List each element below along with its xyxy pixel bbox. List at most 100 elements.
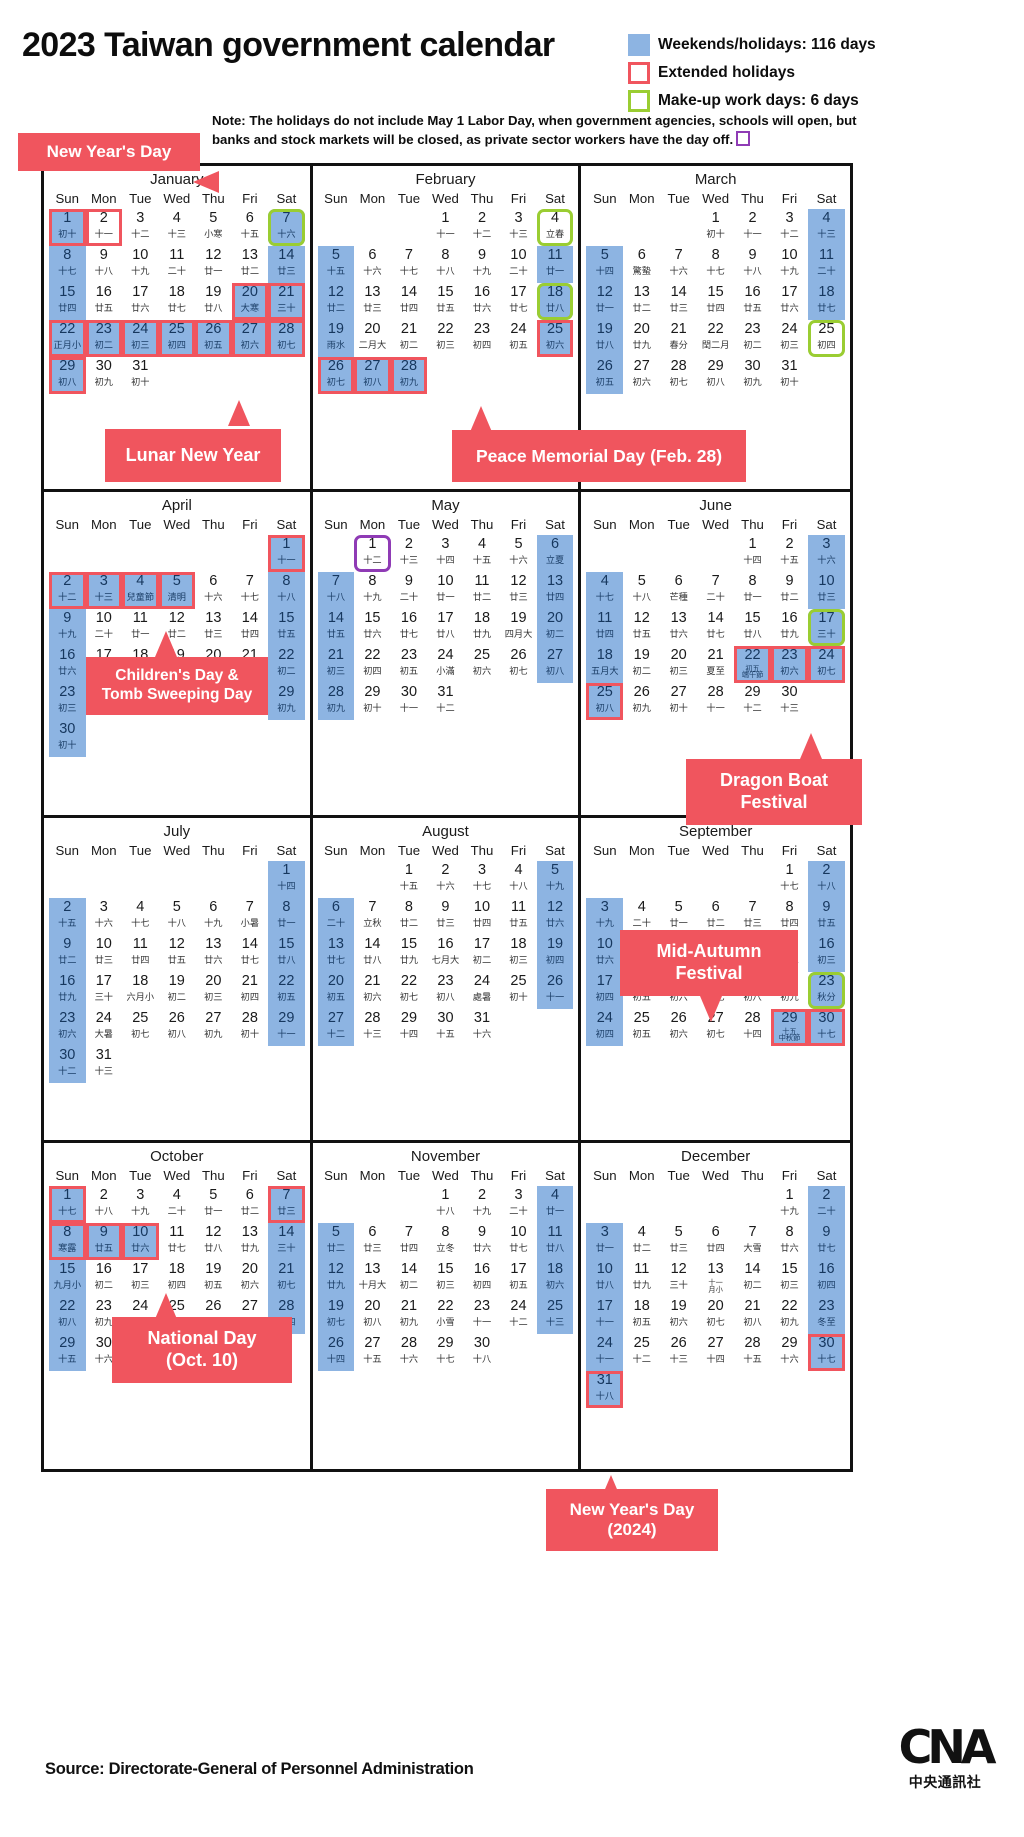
day-cell[interactable]: 6 廿四 [697, 1223, 734, 1260]
day-cell-wrapper[interactable]: 3 十四 [427, 535, 464, 572]
day-cell[interactable]: 17 初二 [464, 935, 501, 972]
day-cell[interactable]: 26 初五 [586, 357, 624, 394]
day-cell[interactable]: 27 初六 [623, 357, 660, 394]
day-cell-wrapper[interactable]: 18 廿七 [807, 283, 845, 320]
day-cell-wrapper[interactable]: 19 初四 [536, 934, 574, 972]
day-cell-wrapper[interactable]: 4 二十 [159, 1186, 196, 1223]
day-cell-wrapper[interactable]: 26 初九 [623, 683, 660, 720]
day-cell[interactable]: 19 四月大 [500, 609, 537, 646]
day-cell[interactable]: 6 立夏 [536, 534, 574, 572]
day-cell[interactable]: 10 廿四 [464, 898, 501, 935]
day-cell[interactable]: 9 廿七 [807, 1223, 845, 1261]
day-cell[interactable]: 14 廿五 [317, 608, 355, 646]
day-cell[interactable]: 26 初七 [500, 646, 537, 683]
day-cell[interactable]: 31 初十 [122, 357, 159, 394]
day-cell-wrapper[interactable]: 10 廿三 [807, 571, 845, 609]
day-cell[interactable]: 19初六 [660, 1297, 697, 1334]
day-cell-wrapper[interactable]: 2 十一 [734, 209, 771, 246]
day-cell[interactable]: 14 三十 [268, 1223, 305, 1261]
day-cell[interactable]: 6 十五 [232, 209, 269, 246]
day-cell[interactable]: 21初八 [734, 1297, 771, 1334]
day-cell-wrapper[interactable]: 31 初十 [771, 357, 808, 394]
day-cell-wrapper[interactable]: 30 十三 [771, 683, 808, 720]
day-cell-wrapper[interactable]: 9 十九 [49, 608, 86, 646]
day-cell[interactable]: 13 廿六 [195, 935, 232, 972]
day-cell-wrapper[interactable]: 17廿七 [500, 283, 537, 320]
day-cell-wrapper[interactable]: 5 十五 [317, 246, 355, 283]
day-cell[interactable]: 26 初七 [317, 357, 355, 394]
day-cell-wrapper[interactable]: 14 廿四 [391, 283, 428, 320]
day-cell[interactable]: 21 初二 [391, 320, 428, 357]
day-cell-wrapper[interactable]: 28 初九 [317, 682, 355, 720]
day-cell-wrapper[interactable]: 8 十八 [268, 571, 305, 609]
day-cell-wrapper[interactable]: 3 二十 [500, 1186, 537, 1223]
day-cell[interactable]: 24 大暑 [86, 1009, 123, 1046]
day-cell-wrapper[interactable]: 21 初六 [354, 972, 391, 1009]
day-cell[interactable]: 8 十七 [49, 246, 86, 283]
day-cell-wrapper[interactable]: 9 十八 [86, 246, 123, 283]
day-cell[interactable]: 20 初二 [536, 608, 574, 646]
day-cell-wrapper[interactable]: 15 初三 [771, 1260, 808, 1297]
day-cell[interactable]: 26初六 [660, 1009, 697, 1046]
day-cell[interactable]: 10 廿六 [122, 1223, 159, 1261]
day-cell-wrapper[interactable]: 14 初二 [734, 1260, 771, 1297]
day-cell[interactable]: 11 廿五 [500, 898, 537, 935]
day-cell[interactable]: 1 十七 [771, 861, 808, 898]
day-cell-wrapper[interactable]: 25 初六 [536, 320, 574, 357]
day-cell[interactable]: 22初九 [771, 1297, 808, 1334]
day-cell[interactable]: 20 初八 [354, 1297, 391, 1334]
day-cell[interactable]: 8 廿四 [771, 898, 808, 935]
day-cell-wrapper[interactable]: 13 廿三 [195, 609, 232, 646]
day-cell[interactable]: 31 十六 [464, 1009, 501, 1046]
day-cell[interactable]: 3 十九 [122, 1186, 159, 1223]
day-cell[interactable]: 5 十六 [500, 535, 537, 572]
day-cell[interactable]: 11 廿一 [536, 246, 574, 283]
day-cell[interactable]: 16 初四 [464, 1260, 501, 1297]
day-cell[interactable]: 5 廿一 [660, 898, 697, 935]
day-cell[interactable]: 2 十一 [734, 209, 771, 246]
day-cell-wrapper[interactable]: 22初九 [771, 1297, 808, 1334]
day-cell[interactable]: 27 初九 [195, 1009, 232, 1046]
day-cell[interactable]: 22 初八 [49, 1297, 86, 1335]
day-cell-wrapper[interactable]: 4 二十 [623, 898, 660, 935]
day-cell[interactable]: 29 十二 [734, 683, 771, 720]
day-cell[interactable]: 9 廿二 [49, 934, 86, 972]
day-cell-wrapper[interactable]: 28 初九 [390, 357, 428, 394]
day-cell[interactable]: 9 十九 [464, 246, 501, 283]
day-cell[interactable]: 2 十三 [391, 535, 428, 572]
day-cell-wrapper[interactable]: 13 廿四 [536, 571, 574, 609]
day-cell-wrapper[interactable]: 22 初四 [354, 646, 391, 683]
day-cell[interactable]: 30 初十 [49, 719, 86, 757]
day-cell[interactable]: 15 廿九 [391, 935, 428, 972]
day-cell-wrapper[interactable]: 27 初八 [536, 645, 574, 683]
day-cell-wrapper[interactable]: 31 十三 [86, 1046, 123, 1083]
day-cell[interactable]: 29 十六 [771, 1334, 808, 1371]
day-cell[interactable]: 26 初九 [623, 683, 660, 720]
day-cell-wrapper[interactable]: 4 廿一 [536, 1186, 574, 1224]
day-cell-wrapper[interactable]: 7 廿三 [734, 898, 771, 935]
day-cell-wrapper[interactable]: 29 十五 [49, 1334, 86, 1372]
day-cell[interactable]: 30 初九 [86, 357, 123, 394]
day-cell-wrapper[interactable]: 2 十二 [49, 571, 86, 609]
day-cell[interactable]: 2 十五 [49, 897, 86, 935]
day-cell-wrapper[interactable]: 24 大暑 [86, 1009, 123, 1046]
day-cell[interactable]: 14 廿三 [268, 246, 305, 283]
day-cell-wrapper[interactable]: 6 廿二 [697, 898, 734, 935]
day-cell[interactable]: 7 廿四 [391, 1223, 428, 1260]
day-cell-wrapper[interactable]: 4 兒童節 [122, 571, 159, 609]
day-cell-wrapper[interactable]: 22 小雪 [427, 1297, 464, 1334]
day-cell-wrapper[interactable]: 26 十四 [317, 1334, 355, 1372]
day-cell[interactable]: 16 廿九 [771, 609, 808, 646]
day-cell[interactable]: 10 廿六 [586, 934, 624, 972]
day-cell[interactable]: 11 廿二 [464, 572, 501, 609]
day-cell-wrapper[interactable]: 11 廿二 [464, 572, 501, 609]
day-cell-wrapper[interactable]: 23 初五 [391, 646, 428, 683]
day-cell[interactable]: 8 廿六 [771, 1223, 808, 1260]
day-cell[interactable]: 25 初六 [464, 646, 501, 683]
day-cell-wrapper[interactable]: 23 初四 [464, 320, 501, 357]
day-cell[interactable]: 3 廿一 [586, 1223, 624, 1261]
day-cell-wrapper[interactable]: 27 初十 [660, 683, 697, 720]
day-cell-wrapper[interactable]: 9 二十 [391, 572, 428, 609]
day-cell[interactable]: 17 三十 [86, 972, 123, 1009]
day-cell[interactable]: 18 初三 [500, 935, 537, 972]
